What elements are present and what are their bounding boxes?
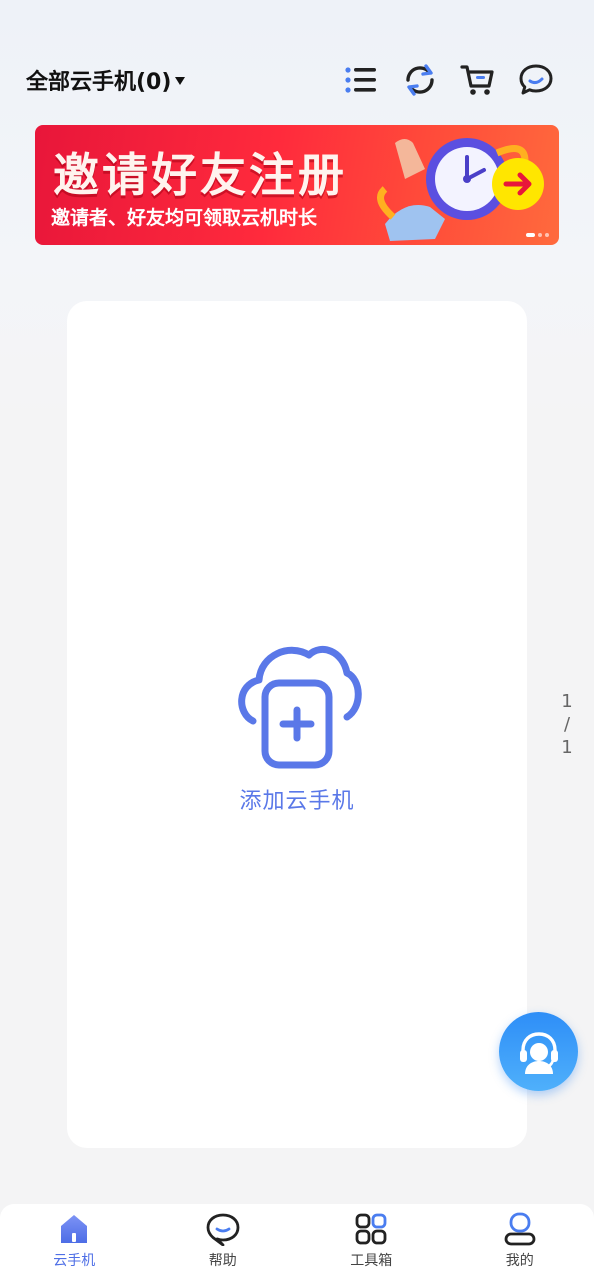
banner-title: 邀请好友注册 (53, 148, 347, 202)
toolbox-icon (355, 1213, 387, 1245)
cart-icon (460, 65, 494, 95)
invite-banner[interactable]: 邀请好友注册 邀请者、好友均可领取云机时长 (35, 125, 559, 245)
caret-down-icon (175, 77, 186, 85)
cart-button[interactable] (460, 62, 496, 98)
message-button[interactable] (518, 62, 554, 98)
phone-group-title: 全部云手机(0) (26, 70, 172, 95)
refresh-icon (406, 64, 434, 96)
tab-label-help: 帮助 (208, 1253, 237, 1269)
top-bar: 全部云手机(0) (0, 0, 594, 120)
home-icon (61, 1215, 88, 1243)
tab-cloud-phone[interactable]: 云手机 (0, 1204, 149, 1280)
phone-group-dropdown[interactable]: 全部云手机(0) (26, 64, 186, 96)
page-separator: / (563, 714, 571, 735)
page-total: 1 (561, 737, 573, 758)
clock-illustration-icon (377, 138, 544, 241)
customer-service-button[interactable] (499, 1012, 578, 1091)
customer-service-icon (519, 1031, 558, 1074)
refresh-button[interactable] (402, 62, 438, 98)
tab-label-profile: 我的 (505, 1253, 534, 1269)
help-icon (206, 1213, 240, 1246)
add-cloud-phone-button[interactable]: 添加云手机 (227, 637, 367, 817)
banner-subtitle: 邀请者、好友均可领取云机时长 (51, 207, 318, 229)
message-icon (519, 64, 553, 95)
page-indicator: 1 / 1 (556, 690, 578, 759)
tab-help[interactable]: 帮助 (149, 1204, 298, 1280)
tab-label-toolbox: 工具箱 (350, 1253, 393, 1269)
list-button[interactable] (343, 62, 379, 98)
profile-icon (504, 1212, 536, 1246)
bottom-tab-bar: 云手机 帮助 工具箱 我的 (0, 1204, 594, 1280)
banner-pagination (526, 233, 549, 237)
tab-label-cloud-phone: 云手机 (53, 1253, 96, 1269)
tab-toolbox[interactable]: 工具箱 (297, 1204, 446, 1280)
cloud-phone-card: 添加云手机 (67, 301, 527, 1148)
cloud-add-icon (238, 646, 362, 769)
tab-profile[interactable]: 我的 (446, 1204, 594, 1280)
page-current: 1 (561, 691, 573, 712)
list-icon (345, 67, 376, 93)
add-cloud-phone-label: 添加云手机 (239, 789, 355, 814)
